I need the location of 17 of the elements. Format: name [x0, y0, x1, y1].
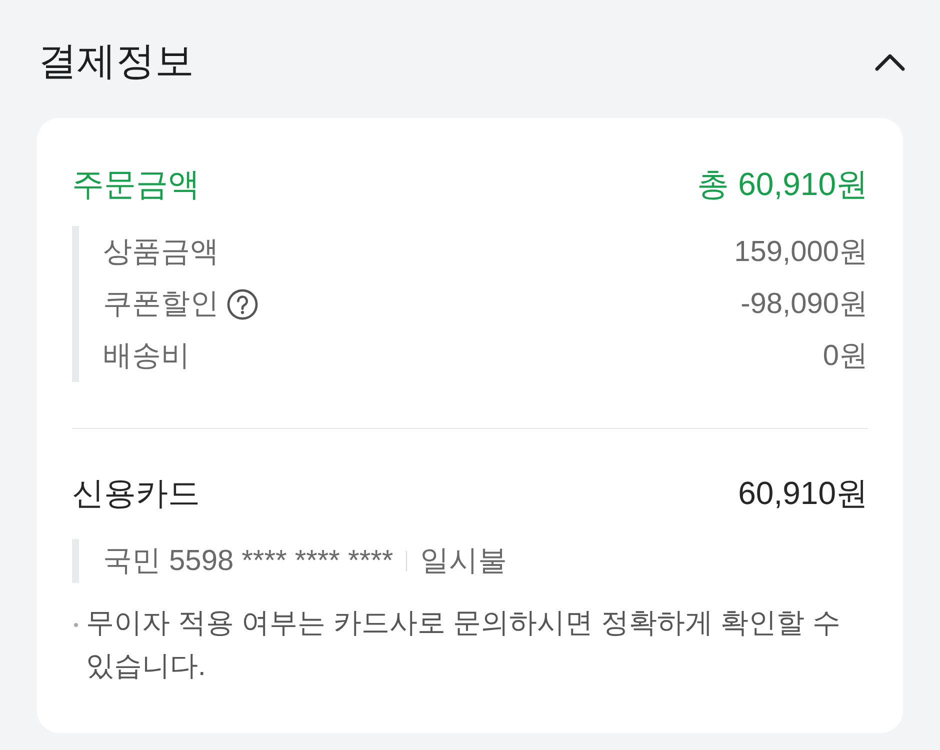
- section-title: 결제정보: [38, 39, 194, 85]
- payment-amount: 60,910원: [738, 474, 868, 513]
- item-label: 배송비: [103, 339, 190, 374]
- order-amount-label: 주문금액: [72, 165, 200, 204]
- item-amount: -98,090원: [740, 287, 868, 322]
- item-label: 쿠폰할인: [103, 287, 219, 322]
- item-amount: 159,000원: [734, 235, 868, 270]
- help-icon[interactable]: [227, 288, 258, 320]
- chevron-icon: [875, 53, 905, 71]
- item-amount: 0원: [822, 339, 868, 374]
- card-number: 국민 5598 **** **** ****: [103, 544, 394, 579]
- note-text: 무이자 적용 여부는 카드사로 문의하시면 정확하게 확인할 수 있습니다.: [86, 606, 842, 683]
- installment-type: 일시불: [420, 544, 508, 579]
- bullet-icon: [74, 623, 78, 627]
- payment-method: 신용카드: [72, 474, 200, 513]
- order-total: 총 60,910원: [697, 165, 868, 204]
- item-label: 상품금액: [103, 235, 219, 270]
